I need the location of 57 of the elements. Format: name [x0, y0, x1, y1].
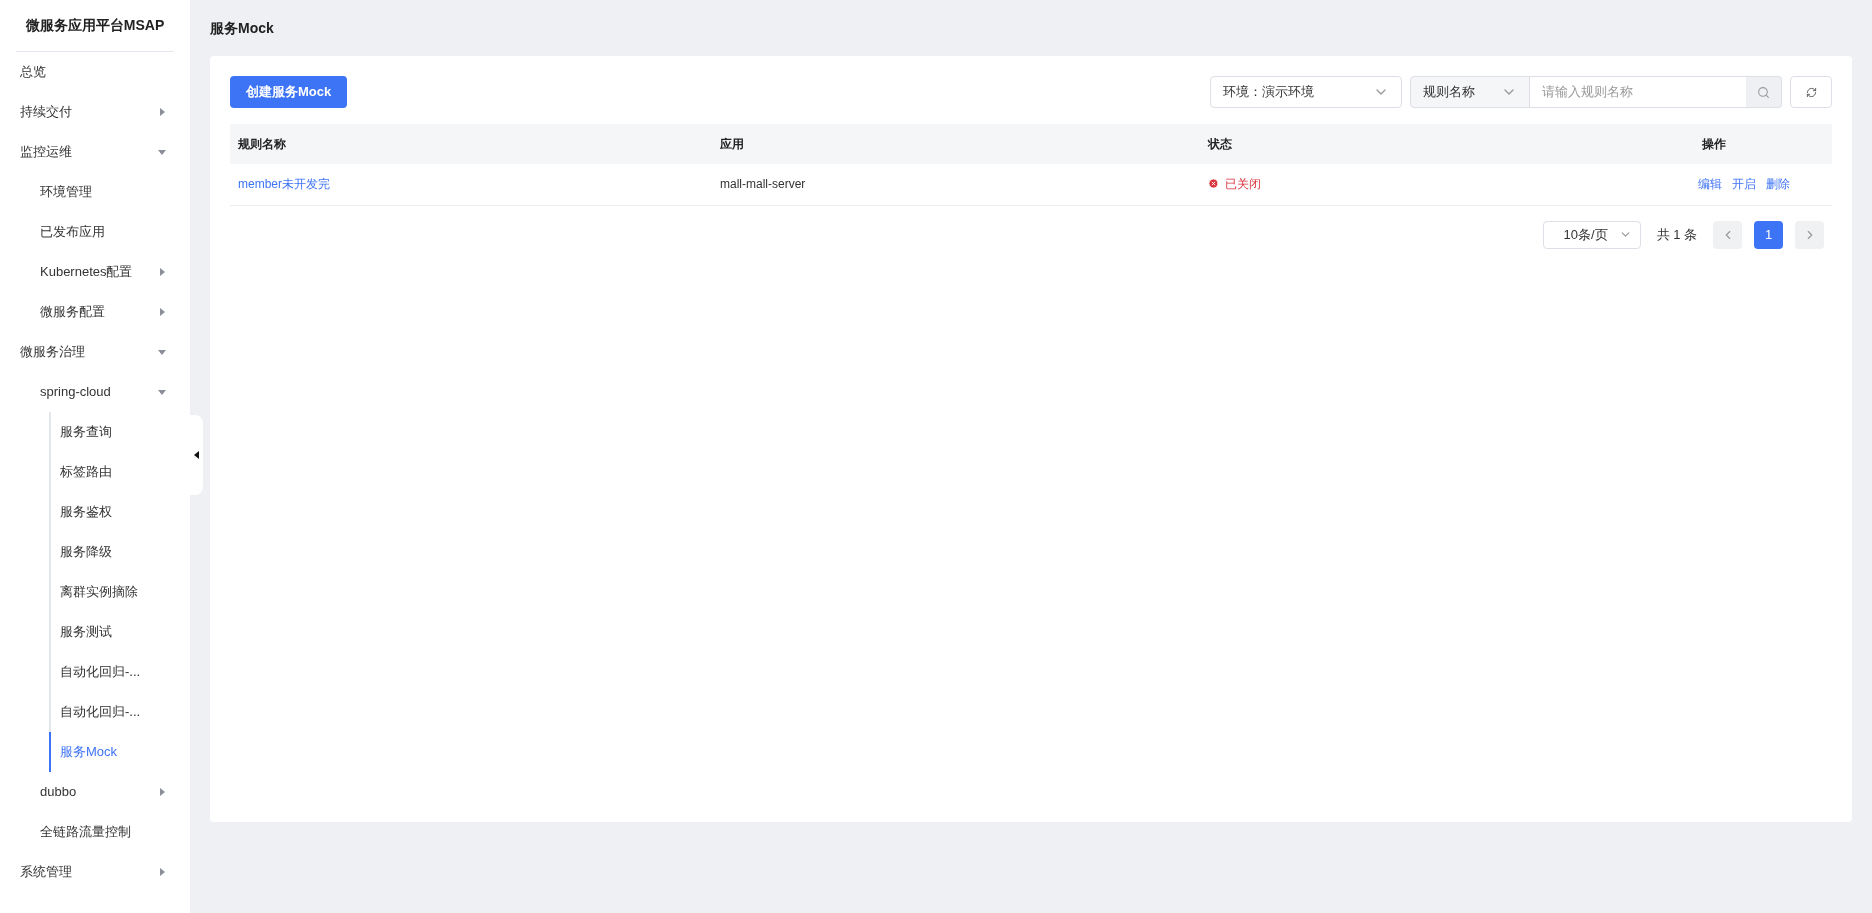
action-link[interactable]: 编辑 [1698, 175, 1722, 194]
caret-down-icon [158, 388, 166, 396]
next-page-button[interactable] [1795, 220, 1824, 249]
rule-name-link[interactable]: member未开发完 [238, 177, 330, 192]
sidebar-item[interactable]: 自动化回归-... [60, 662, 166, 682]
column-header: 操作 [1702, 137, 1726, 151]
column-header: 规则名称 [238, 137, 286, 151]
sidebar-item[interactable]: dubbo [40, 782, 166, 802]
sidebar-item[interactable]: 自动化回归-... [60, 702, 166, 722]
app-title: 微服务应用平台MSAP [25, 16, 165, 35]
sidebar-item[interactable]: 服务鉴权 [60, 502, 166, 522]
sidebar-item[interactable]: 服务降级 [60, 542, 166, 562]
caret-right-icon [158, 308, 166, 316]
sidebar-item[interactable]: 服务查询 [60, 422, 166, 442]
environment-select[interactable]: 环境：演示环境 [1210, 76, 1402, 108]
sidebar-item[interactable]: spring-cloud [40, 382, 166, 402]
caret-left-icon [194, 451, 199, 459]
caret-down-icon [158, 348, 166, 356]
sidebar-item[interactable]: 监控运维 [20, 142, 166, 162]
caret-down-icon [158, 148, 166, 156]
caret-right-icon [158, 788, 166, 796]
page-size-select[interactable]: 10条/页 [1542, 220, 1641, 249]
create-button[interactable]: 创建服务Mock [230, 76, 348, 108]
column-header: 应用 [720, 137, 744, 151]
sidebar-item[interactable]: 环境管理 [40, 182, 166, 202]
sidebar-item[interactable]: 微服务治理 [20, 342, 166, 362]
sidebar-item[interactable]: 微服务配置 [40, 302, 166, 322]
sidebar-item[interactable]: 总览 [20, 62, 166, 82]
refresh-icon [1805, 86, 1817, 98]
page-button[interactable]: 1 [1754, 220, 1783, 249]
caret-right-icon [158, 868, 166, 876]
sidebar-item[interactable]: 离群实例摘除 [60, 582, 166, 602]
action-link[interactable]: 开启 [1732, 175, 1756, 194]
page-title: 服务Mock [210, 18, 274, 38]
collapse-sidebar-button[interactable] [190, 415, 203, 495]
sidebar-item[interactable]: 标签路由 [60, 462, 166, 482]
total-count: 共 1 条 [1656, 225, 1697, 244]
app-name: mall-mall-server [720, 177, 806, 192]
prev-page-button[interactable] [1713, 220, 1742, 249]
sidebar-item[interactable]: 服务Mock [60, 742, 166, 762]
refresh-button[interactable] [1790, 76, 1832, 108]
action-link[interactable]: 删除 [1766, 175, 1790, 194]
search-icon [1757, 85, 1770, 99]
sidebar-item[interactable]: 持续交付 [20, 102, 166, 122]
sidebar-item[interactable]: 系统管理 [20, 862, 166, 882]
sidebar-item[interactable]: 全链路流量控制 [40, 822, 166, 842]
search-button[interactable] [1746, 76, 1782, 108]
sidebar-item[interactable]: 服务测试 [60, 622, 166, 642]
search-field[interactable]: 请输入规则名称 [1530, 76, 1746, 108]
status-text: 已关闭 [1225, 175, 1261, 193]
sidebar-item[interactable]: Kubernetes配置 [40, 262, 166, 282]
search-type-select[interactable]: 规则名称 [1410, 76, 1530, 108]
sidebar-item[interactable]: 已发布应用 [40, 222, 166, 242]
caret-right-icon [158, 108, 166, 116]
error-icon [1208, 178, 1219, 189]
column-header: 状态 [1208, 137, 1232, 151]
caret-right-icon [158, 268, 166, 276]
